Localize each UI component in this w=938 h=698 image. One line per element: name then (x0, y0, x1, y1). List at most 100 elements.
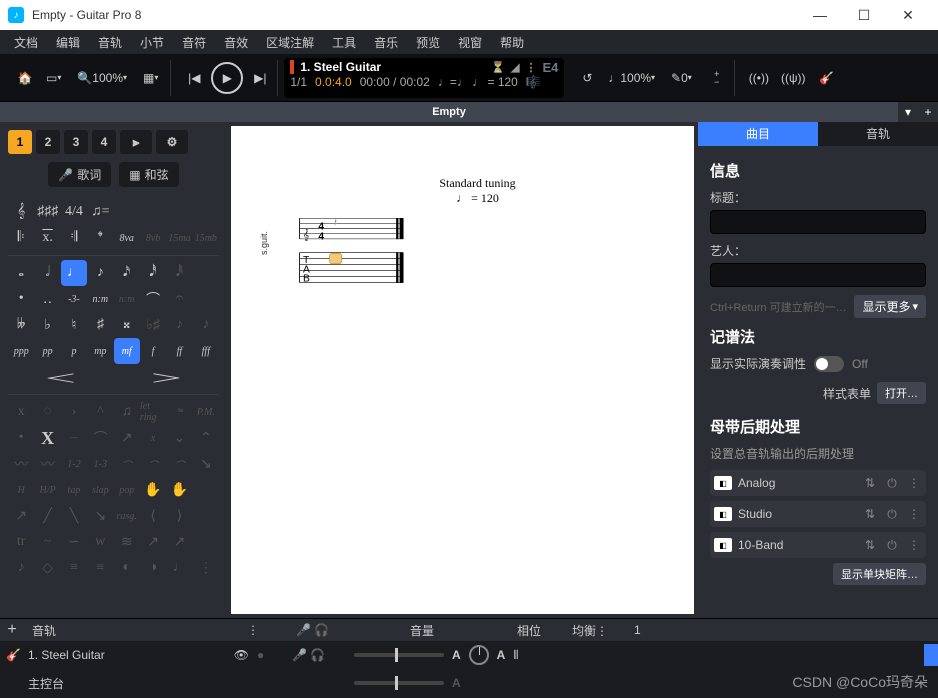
clef-icon[interactable]: 𝄞 (8, 199, 34, 225)
tap-icon[interactable]: tap (61, 477, 87, 503)
tab-track[interactable]: 音轨 (818, 122, 938, 146)
x-marker-icon[interactable]: x (140, 425, 166, 451)
staccato-icon[interactable]: • (8, 425, 34, 451)
tremolo-icon[interactable]: ≋ (114, 529, 140, 555)
transpose-button[interactable]: ✎ 0▾ (667, 65, 700, 91)
grace-icon[interactable]: ♪ (8, 555, 34, 581)
stroke-icon[interactable]: ↗ (114, 425, 140, 451)
sharp-icon[interactable]: ♯ (87, 312, 113, 338)
palm-icon[interactable]: ✋ (140, 477, 166, 503)
tremolo-bar-icon[interactable]: ≡ (61, 555, 87, 581)
repeat-close-icon[interactable]: 𝄇 (61, 225, 87, 251)
fretboard-button[interactable]: 🎸 (814, 65, 840, 91)
title-input[interactable] (710, 210, 926, 234)
menu-tools[interactable]: 工具 (324, 32, 364, 53)
metronome-icon[interactable]: ⏳ (491, 61, 505, 74)
accent-icon[interactable]: › (61, 399, 87, 425)
repeat-alt-icon[interactable]: x. (34, 225, 60, 251)
mordent-icon[interactable]: ~ (34, 529, 60, 555)
pp-icon[interactable]: pp (34, 338, 60, 364)
sixteenth-note-icon[interactable]: 𝅘𝅥𝅯 (114, 260, 140, 286)
track-segment[interactable] (924, 644, 938, 666)
palette-cell[interactable]: ⌒ (166, 451, 192, 477)
slide2-icon[interactable]: ╲ (61, 503, 87, 529)
palette-cell[interactable]: ⌄ (166, 425, 192, 451)
headphone-icon[interactable]: 🎧 (310, 648, 325, 662)
f-icon[interactable]: f (140, 338, 166, 364)
menu-effects[interactable]: 音效 (216, 32, 256, 53)
voice-3-button[interactable]: 3 (64, 130, 88, 154)
coda-icon[interactable]: 𝄌 (87, 225, 113, 251)
menu-music[interactable]: 音乐 (366, 32, 406, 53)
next-button[interactable]: ▶| (247, 65, 273, 91)
display-tuning-toggle[interactable] (814, 356, 844, 372)
home-button[interactable]: 🏠 (12, 65, 38, 91)
vibrato-icon[interactable]: 〰 (8, 451, 34, 477)
minimize-button[interactable]: — (798, 0, 842, 30)
octave-up-icon[interactable]: 8va (114, 225, 140, 251)
rasg-icon[interactable]: rasg. (114, 503, 140, 529)
tuner-button[interactable]: ((ψ)) (777, 65, 810, 91)
palette-cell[interactable]: ⋮ (193, 555, 219, 581)
palette-cell[interactable]: ⌒ (114, 451, 140, 477)
effect-more-icon[interactable]: ⋮ (906, 476, 922, 490)
visible-icon[interactable]: 👁 (234, 648, 249, 662)
mixer-track-row[interactable]: 🎸 1. Steel Guitar 👁 ● 🎤 🎧 A A ⫴ (0, 641, 938, 669)
palm-mute-icon[interactable]: P.M. (193, 399, 219, 425)
effect-more-icon[interactable]: ⋮ (906, 507, 922, 521)
tuning-fork-icon[interactable]: 🎼 (526, 75, 541, 89)
heavy-accent-icon[interactable]: ^ (87, 399, 113, 425)
palette-cell[interactable] (166, 199, 192, 225)
palette-cell[interactable]: ↗ (140, 529, 166, 555)
1-2-icon[interactable]: 1-2 (61, 451, 87, 477)
turn-icon[interactable]: ∽ (61, 529, 87, 555)
menu-edit[interactable]: 编辑 (48, 32, 88, 53)
grid-button[interactable]: ▦▾ (139, 65, 166, 91)
pedal-icon[interactable]: 𝆮 (166, 399, 192, 425)
show-matrix-button[interactable]: 显示单块矩阵… (833, 563, 926, 585)
slide-icon[interactable]: ╱ (34, 503, 60, 529)
document-tab[interactable]: Empty (0, 106, 898, 118)
enharmonic-icon[interactable]: ♭♯ (140, 312, 166, 338)
ntuplet2-icon[interactable]: n:m (114, 286, 140, 312)
double-dot-icon[interactable]: ‥ (34, 286, 60, 312)
palette-cell[interactable]: ↘ (87, 503, 113, 529)
key-sig-icon[interactable]: ♯♯♯ (34, 199, 60, 225)
fermata-icon[interactable]: 𝄐 (166, 286, 192, 312)
effect-studio[interactable]: ◧ Studio ⇅ ⏻ ⋮ (710, 501, 926, 527)
palm2-icon[interactable]: ✋ (166, 477, 192, 503)
ff-icon[interactable]: ff (166, 338, 192, 364)
add-track-button[interactable]: + (0, 621, 24, 639)
hammer-icon[interactable]: H (8, 477, 34, 503)
staff-notation[interactable]: 𝄞 4 4 𝄽 T A B (291, 214, 411, 300)
dead-note-icon[interactable]: x (8, 399, 34, 425)
voice-1-button[interactable]: 1 (8, 130, 32, 154)
effect-power-icon[interactable]: ⏻ (884, 538, 900, 553)
palette-cell[interactable]: ♪ (166, 312, 192, 338)
mf-icon[interactable]: mf (114, 338, 140, 364)
triplet-feel-icon[interactable]: ♫= (87, 199, 113, 225)
slap-icon[interactable]: slap (87, 477, 113, 503)
speed-button[interactable]: ♩ 100%▾ (604, 65, 663, 91)
tenuto-icon[interactable]: – (61, 425, 87, 451)
tuplet-icon[interactable]: -3- (61, 286, 87, 312)
15ma-icon[interactable]: 15ma (166, 225, 192, 251)
wah-icon[interactable]: w (87, 529, 113, 555)
menu-track[interactable]: 音轨 (90, 32, 130, 53)
effect-updown-icon[interactable]: ⇅ (862, 538, 878, 552)
tab-song[interactable]: 曲目 (698, 122, 818, 146)
menu-note[interactable]: 音符 (174, 32, 214, 53)
quarter-note-icon[interactable]: ♩ (61, 260, 87, 286)
legato-icon[interactable]: ⌒ (87, 425, 113, 451)
sixtyfourth-note-icon[interactable]: 𝅘𝅥𝅱 (166, 260, 192, 286)
palette-cell[interactable]: ♩ (166, 555, 192, 581)
wide-vibrato-icon[interactable]: 〰 (34, 451, 60, 477)
loop-button[interactable]: ↺ (574, 65, 600, 91)
palette-cell[interactable] (193, 199, 219, 225)
bend-icon[interactable]: ↗ (8, 503, 34, 529)
palette-cell[interactable]: ◑ (140, 555, 166, 581)
time-sig-icon[interactable]: 4/4 (61, 199, 87, 225)
count-in-icon[interactable]: ◢ (511, 61, 519, 74)
mixer-master-row[interactable]: 主控台 A (0, 669, 938, 697)
palette-cell[interactable] (193, 529, 219, 555)
